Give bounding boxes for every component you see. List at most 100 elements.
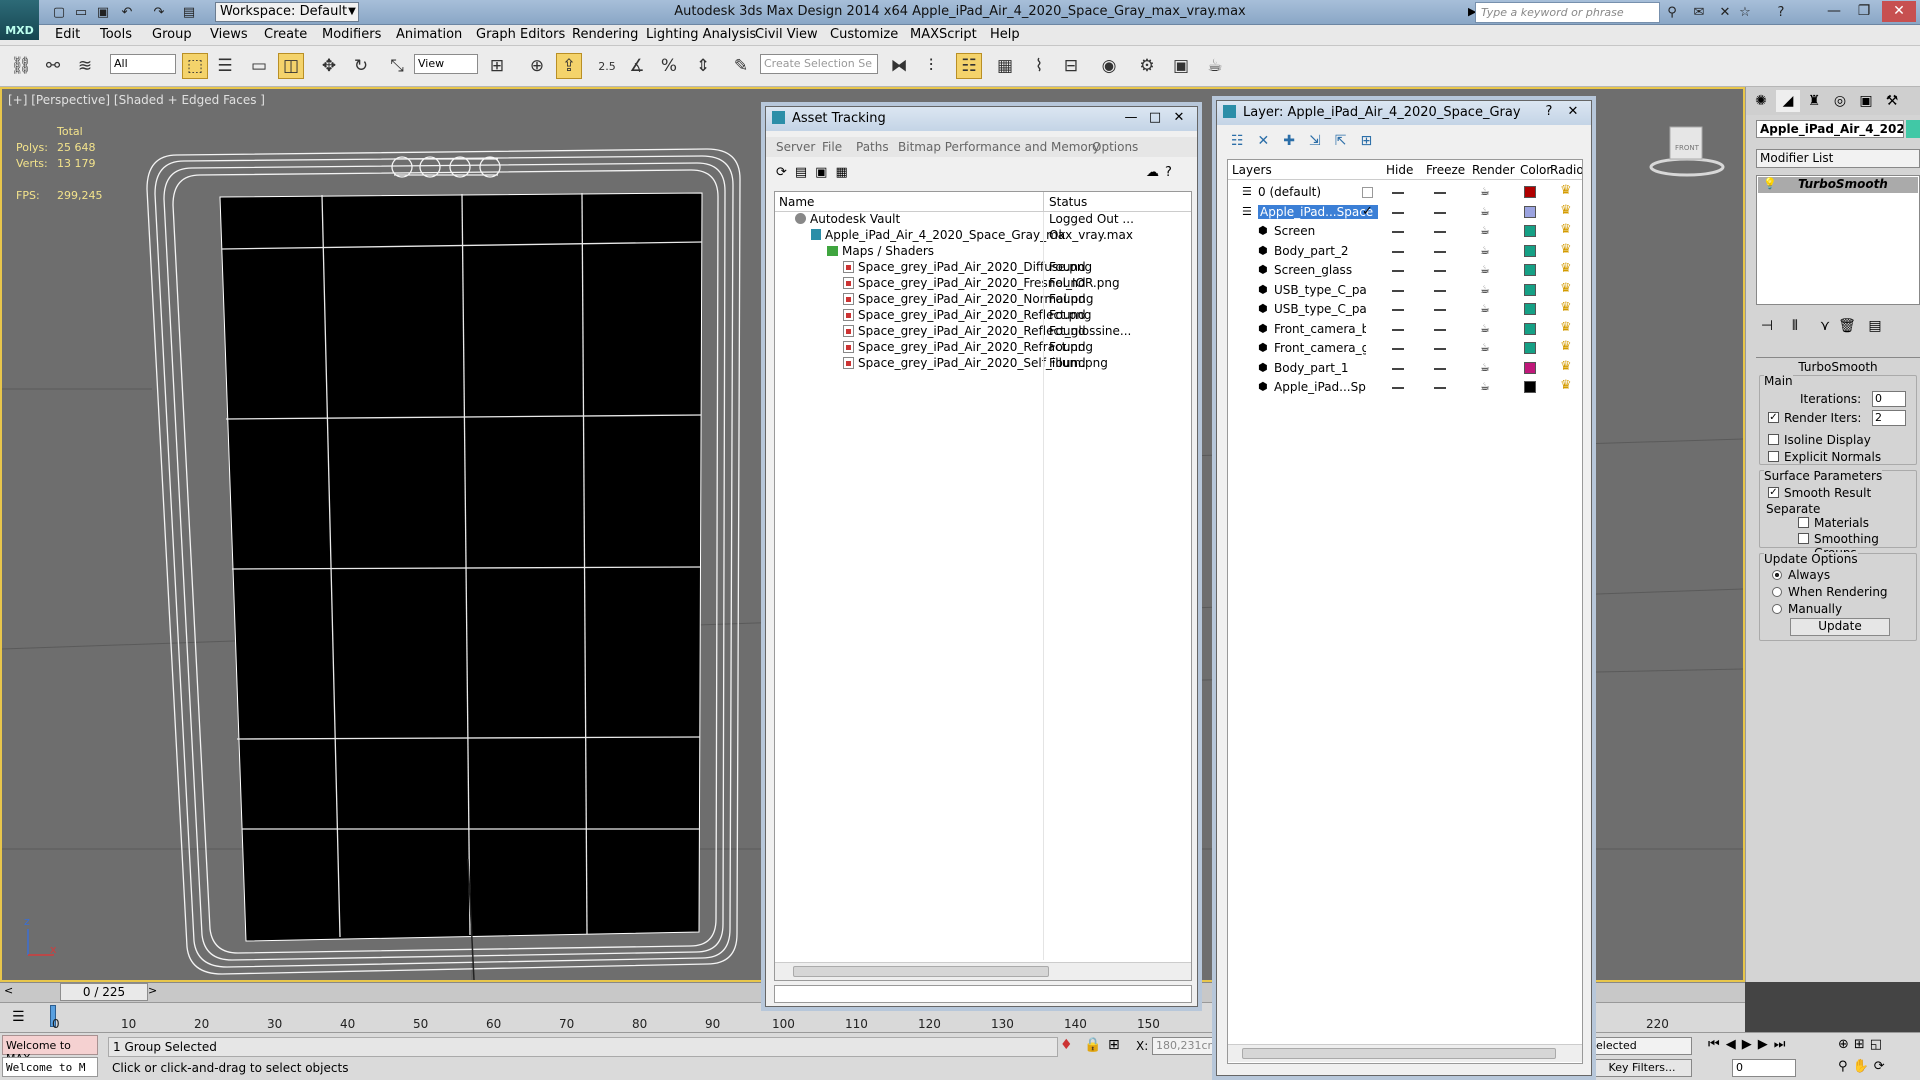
- layer-color-swatch[interactable]: [1524, 322, 1536, 335]
- bind-spacewarp-icon[interactable]: ≋: [72, 53, 98, 79]
- object-color-swatch[interactable]: [1906, 120, 1920, 138]
- horizontal-scrollbar[interactable]: [775, 962, 1191, 980]
- menu-modifiers[interactable]: Modifiers: [322, 27, 381, 42]
- layer-row[interactable]: ⬢ USB_type_C_pa ☕ ♛: [1228, 280, 1588, 300]
- menu-views[interactable]: Views: [210, 27, 248, 42]
- modify-tab-icon[interactable]: ◢: [1776, 90, 1800, 112]
- layer-color-swatch[interactable]: [1524, 205, 1536, 218]
- render-teapot-icon[interactable]: ☕: [1480, 302, 1490, 315]
- maximize-button[interactable]: □: [1143, 110, 1167, 125]
- hide-toggle[interactable]: [1392, 270, 1404, 272]
- menu-paths[interactable]: Paths: [856, 140, 889, 154]
- col-layers[interactable]: Layers: [1232, 163, 1272, 177]
- utilities-tab-icon[interactable]: ⚒: [1880, 90, 1904, 112]
- prev-frame-arrow-icon[interactable]: <: [4, 984, 13, 997]
- render-teapot-icon[interactable]: ☕: [1480, 185, 1490, 198]
- absolute-mode-icon[interactable]: ⊞: [1108, 1037, 1120, 1053]
- hide-toggle[interactable]: [1392, 192, 1404, 194]
- render-teapot-icon[interactable]: ☕: [1480, 341, 1490, 354]
- select-by-name-icon[interactable]: ☰: [212, 53, 238, 79]
- viewport-label[interactable]: [+] [Perspective] [Shaded + Edged Faces …: [8, 93, 265, 107]
- mirror-icon[interactable]: ⧓: [886, 53, 912, 79]
- new-file-icon[interactable]: ▢: [50, 3, 68, 21]
- menu-civil-view[interactable]: Civil View: [755, 27, 818, 42]
- when-rendering-radio[interactable]: [1772, 587, 1782, 597]
- viewcube-face-label[interactable]: FRONT: [1675, 144, 1699, 152]
- minimize-button[interactable]: —: [1820, 1, 1848, 22]
- playback-controls[interactable]: ⏮◀▶▶⏭: [1708, 1037, 1791, 1052]
- select-object-icon[interactable]: ⬚: [182, 53, 208, 79]
- asset-tracking-titlebar[interactable]: Asset Tracking — □ ✕: [766, 107, 1197, 131]
- layer-color-swatch[interactable]: [1524, 264, 1536, 276]
- menu-lighting-analysis[interactable]: Lighting Analysis: [646, 27, 756, 42]
- named-selection-sets-input[interactable]: Create Selection Se: [760, 54, 878, 74]
- menu-help[interactable]: Help: [990, 27, 1020, 42]
- layer-toolbar-icons[interactable]: ☷✕✚⇲⇱⊞: [1231, 133, 1386, 149]
- render-teapot-icon[interactable]: ☕: [1480, 263, 1490, 276]
- binoculars-icon[interactable]: ⚲: [1663, 3, 1681, 21]
- col-radiosity[interactable]: Radiosi: [1550, 163, 1582, 177]
- undo-icon[interactable]: ↶: [118, 3, 136, 21]
- edit-named-selection-icon[interactable]: ✎: [728, 53, 754, 79]
- hide-toggle[interactable]: [1392, 328, 1404, 331]
- minimize-button[interactable]: —: [1119, 110, 1143, 125]
- freeze-toggle[interactable]: [1434, 348, 1446, 350]
- curve-editor-icon[interactable]: ⌇: [1026, 53, 1052, 79]
- hide-toggle[interactable]: [1392, 367, 1404, 370]
- scrollbar-thumb[interactable]: [793, 966, 1049, 977]
- layer-row[interactable]: ⬢ Front_camera_g ☕ ♛: [1228, 338, 1588, 358]
- favorites-star-icon[interactable]: ☆: [1736, 3, 1754, 21]
- render-teapot-icon[interactable]: ☕: [1480, 283, 1490, 296]
- menu-bitmap-performance[interactable]: Bitmap Performance and Memory: [898, 140, 1100, 154]
- material-editor-icon[interactable]: ◉: [1096, 53, 1122, 79]
- radiosity-icon[interactable]: ♛: [1560, 378, 1572, 393]
- update-button[interactable]: Update: [1790, 618, 1890, 636]
- maxscript-input[interactable]: Welcome to M: [2, 1057, 98, 1077]
- manually-radio[interactable]: [1772, 604, 1782, 614]
- radiosity-icon[interactable]: ♛: [1560, 339, 1572, 354]
- snaps-toggle-icon[interactable]: 2.5: [594, 53, 620, 79]
- menu-edit[interactable]: Edit: [55, 27, 80, 42]
- col-hide[interactable]: Hide: [1386, 163, 1413, 177]
- pivot-center-icon[interactable]: ⊞: [484, 53, 510, 79]
- freeze-toggle[interactable]: [1434, 328, 1446, 331]
- current-layer-checkbox[interactable]: [1362, 187, 1373, 198]
- show-end-result-icon[interactable]: ⫴: [1784, 315, 1806, 337]
- col-color[interactable]: Color: [1520, 163, 1551, 177]
- rectangular-selection-icon[interactable]: ▭: [246, 53, 272, 79]
- remove-modifier-icon[interactable]: 🗑: [1836, 315, 1858, 337]
- menu-server[interactable]: Server: [776, 140, 815, 154]
- freeze-toggle[interactable]: [1434, 192, 1446, 194]
- menu-customize[interactable]: Customize: [830, 27, 898, 42]
- render-teapot-icon[interactable]: ☕: [1480, 224, 1490, 237]
- spinner-snap-icon[interactable]: ⇕: [690, 53, 716, 79]
- layer-color-swatch[interactable]: [1524, 283, 1536, 296]
- layer-color-swatch[interactable]: [1524, 342, 1536, 354]
- menu-tools[interactable]: Tools: [100, 27, 132, 42]
- freeze-toggle[interactable]: [1434, 367, 1446, 370]
- radiosity-icon[interactable]: ♛: [1560, 320, 1572, 335]
- display-tab-icon[interactable]: ▣: [1854, 90, 1878, 112]
- layer-row[interactable]: ⬢ Body_part_2 ☕ ♛: [1228, 241, 1588, 261]
- time-slider[interactable]: 0 / 225: [60, 983, 148, 1001]
- current-layer-check-icon[interactable]: ✓: [1362, 204, 1373, 219]
- menu-file[interactable]: File: [822, 140, 842, 154]
- hide-toggle[interactable]: [1392, 348, 1404, 350]
- hierarchy-tab-icon[interactable]: ♜: [1802, 90, 1826, 112]
- explicit-normals-checkbox[interactable]: [1768, 451, 1779, 462]
- rendered-frame-window-icon[interactable]: ▣: [1168, 53, 1194, 79]
- freeze-toggle[interactable]: [1434, 250, 1446, 253]
- search-input[interactable]: Type a keyword or phrase: [1475, 2, 1660, 23]
- render-setup-icon[interactable]: ⚙: [1134, 53, 1160, 79]
- hide-toggle[interactable]: [1392, 250, 1404, 253]
- layer-color-swatch[interactable]: [1524, 186, 1536, 198]
- motion-tab-icon[interactable]: ◎: [1828, 90, 1852, 112]
- isolate-selection-icon[interactable]: ♦: [1060, 1037, 1073, 1053]
- help-icon[interactable]: ?: [1772, 3, 1790, 21]
- layer-color-swatch[interactable]: [1524, 244, 1536, 257]
- rotate-icon[interactable]: ↻: [348, 53, 374, 79]
- unlink-icon[interactable]: ⚯: [40, 53, 66, 79]
- layer-row[interactable]: ⬢ Body_part_1 ☕ ♛: [1228, 358, 1588, 378]
- align-icon[interactable]: ⫶: [918, 53, 944, 79]
- selected-filter-dropdown[interactable]: elected: [1592, 1037, 1692, 1055]
